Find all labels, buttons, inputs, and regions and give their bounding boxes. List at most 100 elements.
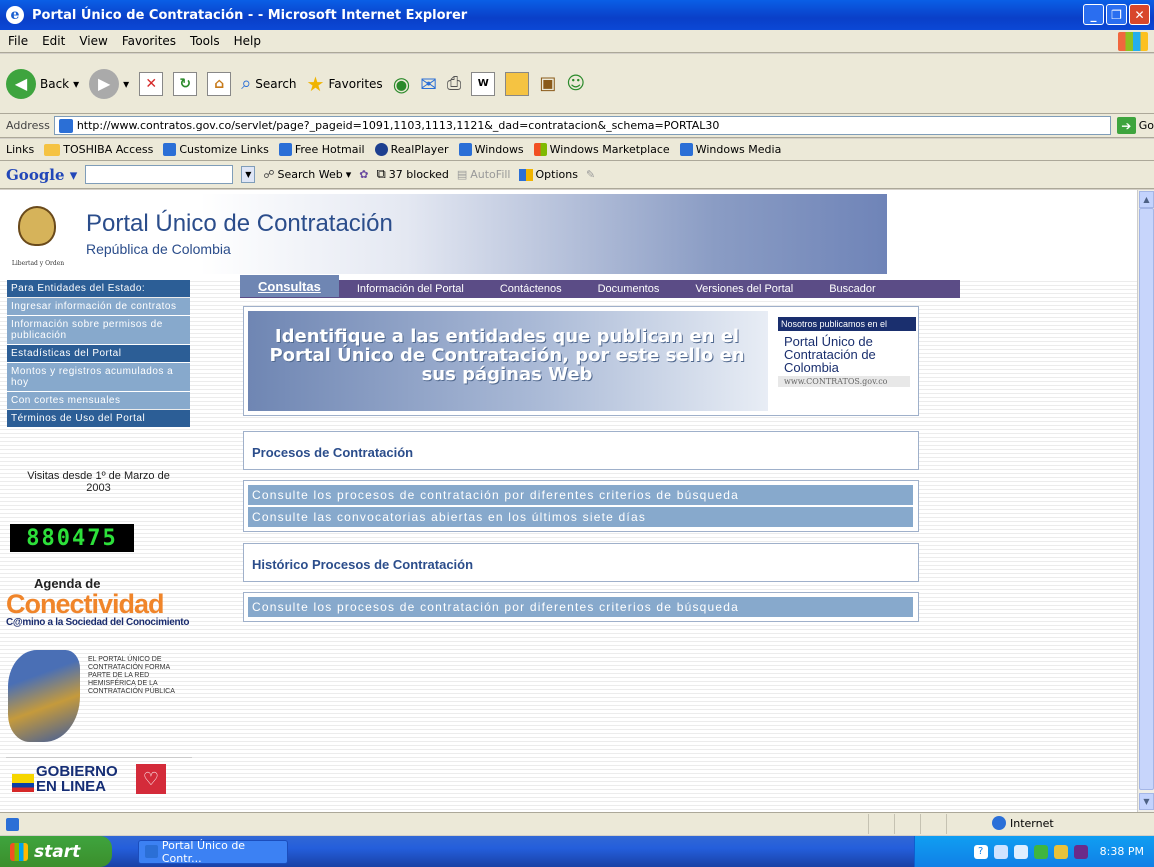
- sidebar-item-montos[interactable]: Montos y registros acumulados a hoy: [7, 363, 190, 391]
- options-button[interactable]: Options: [518, 168, 578, 181]
- stop-icon[interactable]: ✕: [139, 71, 164, 96]
- media-icon[interactable]: ◉: [393, 72, 410, 96]
- menu-favorites[interactable]: Favorites: [122, 34, 176, 48]
- taskbar-ie-window[interactable]: Portal Único de Contr...: [138, 838, 288, 865]
- menu-edit[interactable]: Edit: [42, 34, 65, 48]
- tab-informacion[interactable]: Información del Portal: [339, 283, 482, 295]
- sidebar-item-ingresar[interactable]: Ingresar información de contratos: [7, 298, 190, 315]
- folder-icon[interactable]: [505, 71, 530, 96]
- autofill-button[interactable]: ▤ AutoFill: [457, 168, 511, 181]
- chevron-down-icon: ▾: [123, 76, 130, 91]
- address-bar: Address http://www.contratos.gov.co/serv…: [0, 114, 1154, 138]
- sidebar-item-permisos[interactable]: Información sobre permisos de publicació…: [7, 316, 190, 344]
- go-button[interactable]: ➔ Go: [1116, 117, 1154, 134]
- link-label: RealPlayer: [390, 143, 449, 156]
- go-label: Go: [1138, 119, 1154, 132]
- link-toshiba-access[interactable]: TOSHIBA Access: [44, 143, 153, 156]
- home-icon[interactable]: ⌂: [207, 71, 232, 96]
- task-label: Portal Único de Contr...: [161, 838, 246, 865]
- google-search-dropdown[interactable]: ▼: [241, 166, 256, 183]
- link-consulte-procesos[interactable]: Consulte los procesos de contratación po…: [248, 485, 913, 505]
- link-windows[interactable]: Windows: [458, 143, 524, 156]
- seal-body-text: Portal Único de Contratación de Colombia: [784, 334, 876, 375]
- popup-blocker-button[interactable]: ⧉ 37 blocked: [377, 167, 449, 182]
- search-web-button[interactable]: ☍ Search Web ▾: [263, 168, 351, 181]
- tab-documentos[interactable]: Documentos: [580, 283, 678, 295]
- sidebar-item-cortes[interactable]: Con cortes mensuales: [7, 392, 190, 409]
- address-input[interactable]: http://www.contratos.gov.co/servlet/page…: [53, 116, 1111, 135]
- edit-icon[interactable]: W: [471, 71, 496, 96]
- scroll-thumb[interactable]: [1139, 208, 1154, 790]
- back-arrow-icon: ◀: [6, 68, 36, 99]
- colombia-flag-icon: [12, 774, 34, 792]
- red-hemisferica-logo[interactable]: EL PORTAL ÚNICO DE CONTRATACIÓN FORMA PA…: [6, 642, 192, 747]
- link-windows-marketplace[interactable]: Windows Marketplace: [533, 143, 670, 156]
- minimize-button[interactable]: _: [1083, 4, 1104, 25]
- globe-icon: [992, 816, 1006, 830]
- banner-text: Identifique a las entidades que publican…: [269, 326, 745, 385]
- pencil-icon[interactable]: ✎: [586, 168, 595, 181]
- clock: 8:38 PM: [1099, 845, 1144, 858]
- status-segment: [921, 814, 947, 834]
- maximize-button[interactable]: ❐: [1106, 4, 1127, 25]
- security-tray-icon[interactable]: [1053, 844, 1068, 859]
- options-icon: [518, 168, 533, 181]
- favorites-button[interactable]: ★ Favorites: [307, 72, 383, 96]
- gobierno-en-linea-logo[interactable]: GOBIERNO EN LINEA ♡: [6, 757, 192, 812]
- scroll-up-icon[interactable]: ▲: [1139, 191, 1154, 208]
- pagerank-icon[interactable]: ✿: [359, 168, 368, 181]
- menu-view[interactable]: View: [79, 34, 107, 48]
- link-convocatorias-abiertas[interactable]: Consulte las convocatorias abiertas en l…: [248, 507, 913, 527]
- app-tray-icon[interactable]: [1073, 844, 1088, 859]
- menu-file[interactable]: File: [8, 34, 28, 48]
- back-button[interactable]: ◀ Back ▾: [6, 68, 80, 99]
- tab-versiones[interactable]: Versiones del Portal: [677, 283, 811, 295]
- link-windows-media[interactable]: Windows Media: [679, 143, 781, 156]
- tab-consultas[interactable]: Consultas: [240, 275, 339, 297]
- start-button[interactable]: start: [0, 836, 112, 867]
- menu-help[interactable]: Help: [234, 34, 261, 48]
- coat-of-arms-icon: Libertad y Orden: [6, 196, 66, 267]
- window-title: Portal Único de Contratación - - Microso…: [32, 7, 468, 23]
- google-logo[interactable]: Google ▾: [6, 166, 77, 184]
- window-controls: _ ❐ ✕: [1083, 4, 1150, 25]
- tab-buscador[interactable]: Buscador: [811, 283, 893, 295]
- refresh-icon[interactable]: ↻: [173, 71, 198, 96]
- volume-icon[interactable]: [1013, 844, 1028, 859]
- scroll-down-icon[interactable]: ▼: [1139, 793, 1154, 810]
- agenda-big-text: Conectividad: [6, 589, 165, 619]
- network-icon[interactable]: [993, 844, 1008, 859]
- main-nav: Consultas Información del Portal Contáct…: [240, 275, 960, 298]
- menu-tools[interactable]: Tools: [190, 34, 220, 48]
- print-icon[interactable]: ⎙: [447, 73, 461, 94]
- link-label: Customize Links: [179, 143, 269, 156]
- options-label: Options: [535, 168, 578, 181]
- mail-icon[interactable]: ✉: [420, 72, 437, 96]
- link-customize-links[interactable]: Customize Links: [163, 143, 269, 156]
- link-realplayer[interactable]: RealPlayer: [374, 143, 449, 156]
- link-free-hotmail[interactable]: Free Hotmail: [278, 143, 365, 156]
- agenda-conectividad-logo[interactable]: Agenda de Conectividad C@mino a la Socie…: [6, 576, 192, 638]
- seal-banner[interactable]: Identifique a las entidades que publican…: [243, 306, 919, 416]
- messenger-tray-icon[interactable]: [1033, 844, 1048, 859]
- chevron-down-icon: ▾: [73, 76, 80, 91]
- research-icon[interactable]: ▣: [539, 73, 556, 94]
- page-title: Portal Único de Contratación: [86, 210, 393, 237]
- standard-toolbar: ◀ Back ▾ ▶ ▾ ✕ ↻ ⌂ ⌕ Search ★ Favorites …: [0, 54, 1154, 114]
- google-toolbar: Google ▾ ▼ ☍ Search Web ▾ ✿ ⧉ 37 blocked…: [0, 161, 1154, 189]
- ie-page-icon: [679, 143, 693, 156]
- link-label: TOSHIBA Access: [63, 143, 154, 156]
- favorites-label: Favorites: [328, 76, 383, 91]
- link-consulte-historico[interactable]: Consulte los procesos de contratación po…: [248, 597, 913, 617]
- google-search-input[interactable]: [85, 165, 234, 184]
- forward-button[interactable]: ▶ ▾: [89, 68, 130, 99]
- links-bar: Links TOSHIBA Access Customize Links Fre…: [0, 139, 1154, 161]
- sidebar-item-terminos[interactable]: Términos de Uso del Portal: [7, 410, 190, 427]
- messenger-icon[interactable]: ☺: [566, 73, 585, 94]
- help-icon[interactable]: ?: [973, 844, 988, 859]
- tab-contactenos[interactable]: Contáctenos: [482, 283, 580, 295]
- close-button[interactable]: ✕: [1129, 4, 1150, 25]
- search-button[interactable]: ⌕ Search: [241, 73, 296, 94]
- red-hemisferica-text: EL PORTAL ÚNICO DE CONTRATACIÓN FORMA PA…: [88, 656, 175, 695]
- vertical-scrollbar[interactable]: ▲ ▼: [1137, 190, 1154, 812]
